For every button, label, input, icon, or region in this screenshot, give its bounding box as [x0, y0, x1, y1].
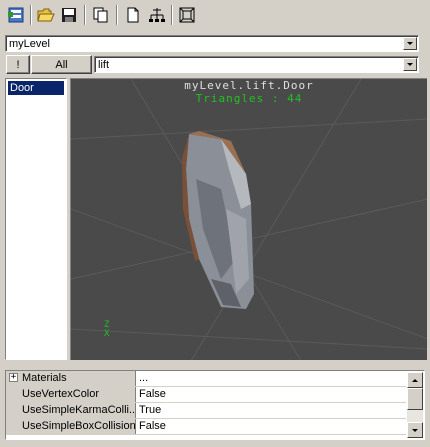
- copy-icon: [93, 7, 108, 23]
- new-page-icon: [127, 7, 139, 23]
- new-button[interactable]: [122, 4, 144, 26]
- all-button-label: All: [55, 58, 68, 71]
- chevron-down-icon: [407, 42, 413, 45]
- property-name: UseVertexColor: [6, 387, 136, 402]
- chevron-down-icon: [407, 63, 413, 66]
- viewport-scene: [71, 79, 427, 360]
- level-manager-button[interactable]: [5, 4, 27, 26]
- triangle-count: Triangles : 44: [195, 92, 303, 105]
- level-select[interactable]: myLevel: [5, 35, 419, 52]
- property-grid[interactable]: + Materials ... UseVertexColor False Use…: [5, 370, 425, 440]
- level-manager-icon: [8, 7, 24, 23]
- scroll-thumb[interactable]: [407, 388, 423, 410]
- scroll-down-button[interactable]: [407, 422, 423, 438]
- chevron-up-icon: [412, 378, 418, 382]
- property-scrollbar[interactable]: [407, 372, 423, 438]
- property-value[interactable]: True: [139, 403, 161, 418]
- property-name: UseSimpleBoxCollision: [6, 419, 136, 434]
- frame-icon: [179, 7, 195, 23]
- tree-icon: [149, 8, 165, 22]
- expand-plus-icon[interactable]: +: [9, 373, 18, 382]
- copy-button[interactable]: [90, 4, 112, 26]
- group-select-dropdown[interactable]: [403, 58, 417, 71]
- property-name: + Materials: [6, 371, 136, 386]
- exclaim-button-label: !: [16, 58, 20, 71]
- open-folder-icon: [37, 8, 55, 22]
- level-select-value: myLevel: [9, 38, 50, 50]
- door-mesh: [182, 131, 254, 309]
- hierarchy-button[interactable]: [146, 4, 168, 26]
- list-item[interactable]: Door: [8, 81, 64, 95]
- property-row-usesimplekarmacollision[interactable]: UseSimpleKarmaColli... True: [6, 403, 406, 419]
- level-select-dropdown[interactable]: [403, 37, 417, 50]
- viewport-3d[interactable]: myLevel.lift.Door Triangles : 44 Z X: [70, 78, 427, 360]
- group-select-value: lift: [98, 59, 109, 71]
- open-button[interactable]: [35, 4, 57, 26]
- chevron-down-icon: [412, 428, 418, 432]
- viewport-title: myLevel.lift.Door: [184, 79, 314, 92]
- property-value[interactable]: False: [139, 419, 166, 434]
- all-button[interactable]: All: [31, 55, 92, 74]
- object-list[interactable]: Door: [5, 78, 67, 360]
- group-select[interactable]: lift: [94, 56, 419, 73]
- scroll-up-button[interactable]: [407, 372, 423, 388]
- toolbar: [0, 0, 430, 31]
- property-value[interactable]: ...: [139, 371, 148, 386]
- frame-button[interactable]: [176, 4, 198, 26]
- axis-indicator: Z X: [104, 320, 110, 339]
- exclaim-button[interactable]: !: [6, 55, 30, 74]
- save-icon: [62, 8, 76, 22]
- save-button[interactable]: [58, 4, 80, 26]
- property-value[interactable]: False: [139, 387, 166, 402]
- property-row-usesimpleboxcollision[interactable]: UseSimpleBoxCollision False: [6, 419, 406, 435]
- property-row-materials[interactable]: + Materials ...: [6, 371, 406, 387]
- property-name: UseSimpleKarmaColli...: [6, 403, 136, 418]
- property-row-usevertexcolor[interactable]: UseVertexColor False: [6, 387, 406, 403]
